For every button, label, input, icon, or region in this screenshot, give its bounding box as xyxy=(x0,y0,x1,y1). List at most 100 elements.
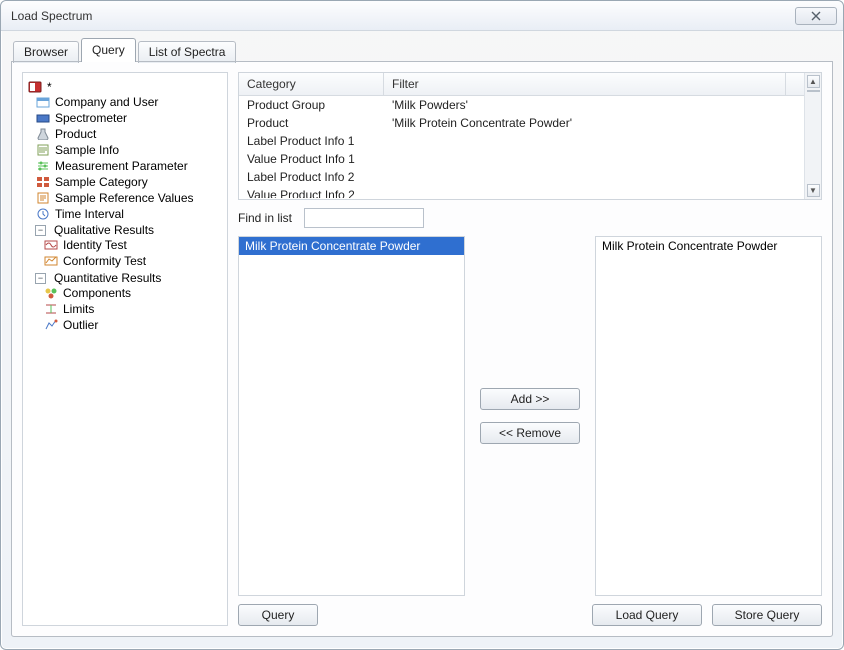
tree-item-spectrometer[interactable]: Spectrometer xyxy=(35,111,223,125)
tree-item-label: Time Interval xyxy=(55,207,124,221)
window-title: Load Spectrum xyxy=(11,9,92,23)
filter-grid-inner: Category Filter Product Group'Milk Powde… xyxy=(239,73,804,199)
grid-header-end xyxy=(786,73,804,95)
dialog-window: Load Spectrum Browser Query List of Spec… xyxy=(0,0,844,650)
tree-item-conformity-test[interactable]: Conformity Test xyxy=(43,254,223,268)
grid-cell: Label Product Info 2 xyxy=(239,168,384,186)
tree-item-outlier[interactable]: Outlier xyxy=(43,318,223,332)
tree-root-label: * xyxy=(47,80,52,94)
scroll-up-icon[interactable]: ▲ xyxy=(807,75,820,88)
spectrometer-icon xyxy=(35,111,51,125)
grid-cell: Label Product Info 1 xyxy=(239,132,384,150)
clock-icon xyxy=(35,207,51,221)
grid-header-category[interactable]: Category xyxy=(239,73,384,95)
remove-button[interactable]: << Remove xyxy=(480,422,580,444)
grid-header: Category Filter xyxy=(239,73,804,96)
grid-scrollbar[interactable]: ▲ ▼ xyxy=(804,73,821,199)
scroll-thumb[interactable] xyxy=(807,90,820,92)
load-query-button[interactable]: Load Query xyxy=(592,604,702,626)
grid-cell: Product xyxy=(239,114,384,132)
outlier-icon xyxy=(43,318,59,332)
tab-query[interactable]: Query xyxy=(81,38,136,62)
tree-item-label: Components xyxy=(63,286,131,300)
components-icon xyxy=(43,286,59,300)
grid-cell: 'Milk Powders' xyxy=(384,96,804,114)
grid-row[interactable]: Label Product Info 2 xyxy=(239,168,804,186)
list-item[interactable]: Milk Protein Concentrate Powder xyxy=(596,237,821,255)
selected-list[interactable]: Milk Protein Concentrate Powder xyxy=(595,236,822,596)
scroll-down-icon[interactable]: ▼ xyxy=(807,184,820,197)
tree-item-components[interactable]: Components xyxy=(43,286,223,300)
tab-pane-query: * Company and User Spectrometer xyxy=(11,62,833,637)
titlebar: Load Spectrum xyxy=(1,1,843,31)
tree-group-label: Quantitative Results xyxy=(54,271,161,285)
category-icon xyxy=(35,175,51,189)
tree-item-label: Sample Info xyxy=(55,143,119,157)
identity-icon xyxy=(43,238,59,252)
tree-item-label: Company and User xyxy=(55,95,158,109)
tree-item-label: Identity Test xyxy=(63,238,127,252)
tree-root[interactable]: * xyxy=(27,80,223,94)
grid-cell: Product Group xyxy=(239,96,384,114)
grid-cell: Value Product Info 1 xyxy=(239,150,384,168)
tree-item-label: Measurement Parameter xyxy=(55,159,188,173)
collapse-icon[interactable]: − xyxy=(35,225,46,236)
grid-body: Product Group'Milk Powders' Product'Milk… xyxy=(239,96,804,198)
grid-row[interactable]: Product Group'Milk Powders' xyxy=(239,96,804,114)
lists-row: Milk Protein Concentrate Powder Add >> <… xyxy=(238,236,822,596)
grid-row[interactable]: Label Product Info 1 xyxy=(239,132,804,150)
store-query-button[interactable]: Store Query xyxy=(712,604,822,626)
tree-item-identity-test[interactable]: Identity Test xyxy=(43,238,223,252)
grid-cell xyxy=(384,168,804,186)
tree-item-limits[interactable]: Limits xyxy=(43,302,223,316)
client-area: Browser Query List of Spectra * xyxy=(1,31,843,649)
tabstrip: Browser Query List of Spectra xyxy=(11,39,833,62)
close-icon xyxy=(810,11,822,21)
find-input[interactable] xyxy=(304,208,424,228)
sliders-icon xyxy=(35,159,51,173)
close-button[interactable] xyxy=(795,7,837,25)
tree-item-sample-reference[interactable]: Sample Reference Values xyxy=(35,191,223,205)
add-button[interactable]: Add >> xyxy=(480,388,580,410)
reference-icon xyxy=(35,191,51,205)
grid-header-filter[interactable]: Filter xyxy=(384,73,786,95)
tree-item-time-interval[interactable]: Time Interval xyxy=(35,207,223,221)
find-row: Find in list xyxy=(238,208,822,228)
note-icon xyxy=(35,143,51,157)
tree-panel[interactable]: * Company and User Spectrometer xyxy=(22,72,228,626)
grid-cell xyxy=(384,150,804,168)
right-pane: Category Filter Product Group'Milk Powde… xyxy=(238,72,822,626)
grid-cell xyxy=(384,132,804,150)
book-icon xyxy=(27,80,43,94)
tree-item-sample-category[interactable]: Sample Category xyxy=(35,175,223,189)
conformity-icon xyxy=(43,254,59,268)
filter-grid[interactable]: Category Filter Product Group'Milk Powde… xyxy=(238,72,822,200)
grid-row[interactable]: Value Product Info 1 xyxy=(239,150,804,168)
tree-item-measurement-parameter[interactable]: Measurement Parameter xyxy=(35,159,223,173)
tree-group-quantitative[interactable]: − Quantitative Results xyxy=(35,271,223,285)
tree-item-company-user[interactable]: Company and User xyxy=(35,95,223,109)
grid-row[interactable]: Product'Milk Protein Concentrate Powder' xyxy=(239,114,804,132)
bottom-buttons: Query Load Query Store Query xyxy=(238,604,822,626)
tree-item-label: Spectrometer xyxy=(55,111,127,125)
query-button[interactable]: Query xyxy=(238,604,318,626)
find-label: Find in list xyxy=(238,211,292,225)
transfer-buttons: Add >> << Remove xyxy=(475,236,585,596)
tab-list-of-spectra[interactable]: List of Spectra xyxy=(138,41,237,63)
collapse-icon[interactable]: − xyxy=(35,273,46,284)
tree-item-label: Outlier xyxy=(63,318,98,332)
grid-row[interactable]: Value Product Info 2 xyxy=(239,186,804,198)
grid-cell: 'Milk Protein Concentrate Powder' xyxy=(384,114,804,132)
tree-item-product[interactable]: Product xyxy=(35,127,223,141)
tab-browser[interactable]: Browser xyxy=(13,41,79,63)
available-list[interactable]: Milk Protein Concentrate Powder xyxy=(238,236,465,596)
tree-item-sample-info[interactable]: Sample Info xyxy=(35,143,223,157)
grid-cell xyxy=(384,186,804,198)
flask-icon xyxy=(35,127,51,141)
tree-group-label: Qualitative Results xyxy=(54,223,154,237)
list-item[interactable]: Milk Protein Concentrate Powder xyxy=(239,237,464,255)
tree-item-label: Conformity Test xyxy=(63,254,146,268)
calendar-icon xyxy=(35,95,51,109)
limits-icon xyxy=(43,302,59,316)
tree-group-qualitative[interactable]: − Qualitative Results xyxy=(35,223,223,237)
